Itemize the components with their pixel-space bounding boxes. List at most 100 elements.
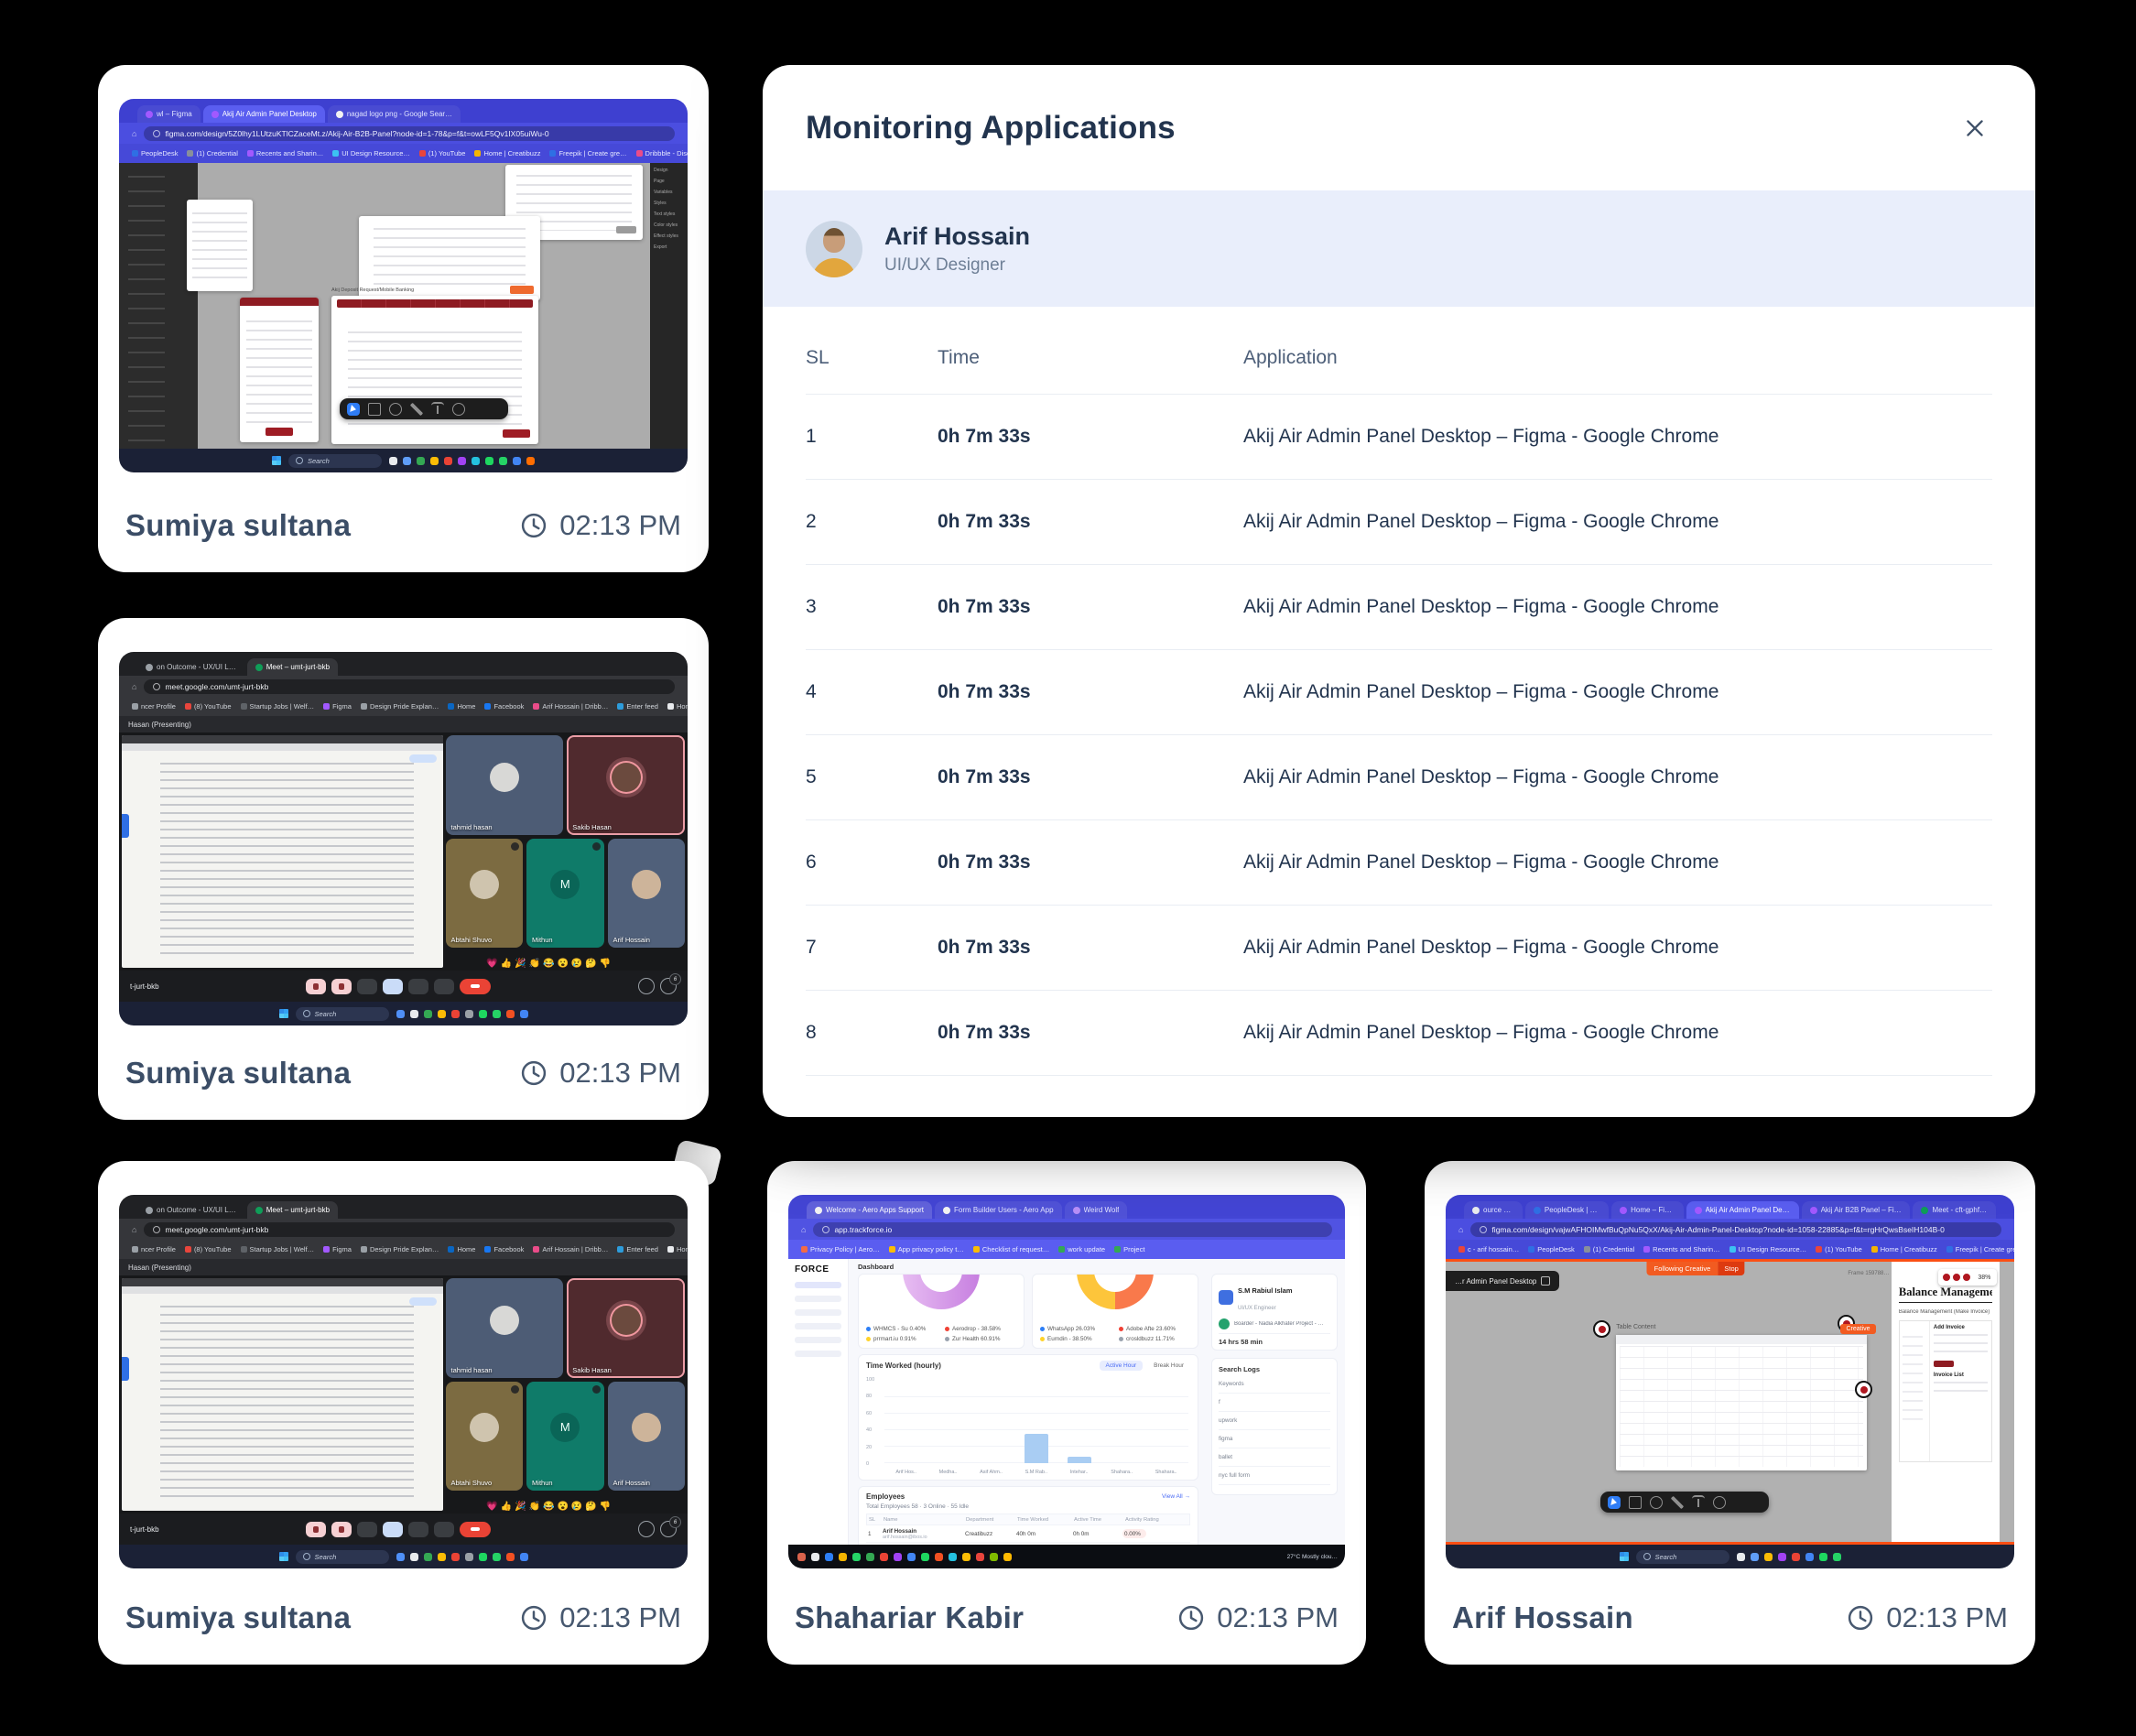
app-icon (907, 1553, 916, 1561)
screenshot-thumbnail: wl – FigmaAkij Air Admin Panel Desktopna… (119, 99, 688, 472)
orange-button-shape (510, 286, 534, 294)
app-icon (506, 1010, 515, 1018)
modal-title: Monitoring Applications (806, 110, 1176, 146)
app-icon (825, 1553, 833, 1561)
hand-raise-button (408, 979, 428, 994)
browser-tab: ource Mail (1464, 1201, 1523, 1219)
screenshot-card-sumiya-1[interactable]: wl – FigmaAkij Air Admin Panel Desktopna… (98, 65, 709, 572)
collaborator-avatar (1962, 1273, 1971, 1282)
comment-tool-icon (1713, 1496, 1726, 1509)
bookmark: c - arif hossain… (1458, 1245, 1519, 1253)
pen-tool-icon (1671, 1496, 1684, 1509)
button-shape (616, 226, 636, 233)
selection-highlight (122, 814, 129, 838)
bookmark: Enter feed (617, 1245, 658, 1253)
table-row: 30h 7m 33sAkij Air Admin Panel Desktop –… (806, 565, 1992, 650)
app-icon (506, 1553, 515, 1561)
bookmarks-bar: PeopleDesk(1) CredentialRecents and Shar… (119, 144, 688, 163)
windows-taskbar: Search (1446, 1545, 2014, 1568)
employee-name: Sumiya sultana (125, 1600, 351, 1635)
url-text: meet.google.com/umt-jurt-bkb (165, 682, 268, 691)
bookmarks-bar: c - arif hossain…PeopleDesk(1) Credentia… (1446, 1240, 2014, 1259)
browser-tab: Akij Air Admin Panel Desk… (1686, 1201, 1799, 1219)
profile-role: UI/UX Engineer (1238, 1306, 1276, 1311)
legend-item: crosldbuzz 11.71% (1119, 1336, 1192, 1342)
windows-taskbar: 27°C Mostly clou… (788, 1545, 1345, 1568)
app-icon (513, 457, 521, 465)
app-icon (880, 1553, 888, 1561)
more-options-button (434, 1522, 454, 1537)
following-banner: Following Creative Stop (1647, 1262, 1745, 1275)
browser-tabs: on Outcome - UX/UI L…Meet – umt-jurt-bkb (119, 652, 688, 676)
lock-icon (822, 1226, 829, 1233)
y-tick: 0 (866, 1461, 874, 1467)
browser-tab: Meet – umt-jurt-bkb (247, 1201, 338, 1219)
url-text: app.trackforce.io (834, 1225, 892, 1234)
figma-canvas: Akij Deposit Request/Mobile Banking (198, 163, 650, 449)
frame-label: Frame 159788… (1848, 1271, 1889, 1276)
app-icon (1792, 1553, 1800, 1561)
app-icon (438, 1010, 446, 1018)
screenshot-thumbnail: ource MailPeopleDesk | ERPHome – FigmaAk… (1446, 1195, 2014, 1568)
design-frame (187, 200, 253, 291)
table-row: 10h 7m 33sAkij Air Admin Panel Desktop –… (806, 395, 1992, 480)
info-icon (638, 978, 655, 994)
figma-canvas: …r Admin Panel Desktop Following Creativ… (1446, 1259, 2014, 1545)
bookmark: (1) YouTube (1816, 1245, 1862, 1253)
browser-tab: on Outcome - UX/UI L… (137, 1201, 244, 1219)
x-category: Shahara.. (1111, 1470, 1133, 1475)
table-row: 60h 7m 33sAkij Air Admin Panel Desktop –… (806, 820, 1992, 906)
text-lines (192, 212, 248, 280)
screenshot-card-sumiya-2[interactable]: on Outcome - UX/UI L…Meet – umt-jurt-bkb… (98, 618, 709, 1120)
time-text: 02:13 PM (559, 1601, 681, 1634)
search-logs-card: Search Logs Keywordsfupworkfigmaballetny… (1211, 1358, 1338, 1495)
url-field: figma.com/design/5Z0lhy1LUtzuKTlCZaceMt.… (144, 126, 675, 141)
app-icon (458, 457, 466, 465)
preview-main: Add Invoice Invoice List (1930, 1321, 1991, 1461)
stop-button: Stop (1718, 1262, 1744, 1275)
participant-count-badge: 6 (669, 973, 681, 985)
capture-time: 02:13 PM (520, 509, 681, 542)
form-lines (1934, 1382, 1988, 1396)
employees-card: Employees View All → Total Employees 58 … (858, 1486, 1198, 1545)
text-tool-icon (431, 402, 444, 417)
time-text: 02:13 PM (1217, 1601, 1339, 1634)
app-sidebar: FORCE (788, 1259, 849, 1545)
activity-rating-badge: 0.00% (1122, 1529, 1146, 1538)
participant-tile: Sakib Hasan (567, 735, 685, 835)
x-category: Intehar.. (1070, 1470, 1089, 1475)
table-design-frame: Creative (1616, 1335, 1866, 1470)
document-text-lines (160, 1306, 414, 1502)
presented-document (122, 1278, 443, 1511)
url-text: meet.google.com/umt-jurt-bkb (165, 1225, 268, 1234)
url-field: meet.google.com/umt-jurt-bkb (144, 1222, 675, 1237)
worked-time: 14 hrs 58 min (1219, 1333, 1330, 1346)
legend-item: Zur Health 60.91% (945, 1336, 1018, 1342)
browser-address-bar: ⌂ figma.com/design/vajwAFHOIMwfBuQpNu5Qx… (1446, 1219, 2014, 1240)
app-icon (1833, 1553, 1841, 1561)
close-button[interactable] (1955, 108, 1995, 148)
inspector-label: Design (654, 168, 684, 173)
chrome-window: Welcome - Aero Apps SupportForm Builder … (788, 1195, 1345, 1568)
browser-address-bar: ⌂ meet.google.com/umt-jurt-bkb (119, 676, 688, 697)
search-log-item: figma (1219, 1430, 1330, 1448)
multiplayer-zoom-chip: 38% (1938, 1269, 1997, 1286)
employee-name: Sumiya sultana (125, 1056, 351, 1090)
app-icon (438, 1553, 446, 1561)
app-icon (410, 1553, 418, 1561)
screenshot-card-arif[interactable]: ource MailPeopleDesk | ERPHome – FigmaAk… (1425, 1161, 2035, 1665)
move-tool-icon (1608, 1496, 1621, 1509)
search-log-item: Keywords (1219, 1375, 1330, 1394)
screenshot-card-sumiya-3[interactable]: on Outcome - UX/UI L…Meet – umt-jurt-bkb… (98, 1161, 709, 1665)
x-category: Asif Ahm.. (980, 1470, 1003, 1475)
screenshot-card-shahariar[interactable]: Welcome - Aero Apps SupportForm Builder … (767, 1161, 1366, 1665)
taskbar-app-icons (1737, 1553, 1841, 1561)
table-row: 50h 7m 33sAkij Air Admin Panel Desktop –… (806, 735, 1992, 820)
share-button (409, 1297, 437, 1306)
bookmark: ncer Profile (132, 702, 176, 711)
shape-tool-icon (389, 403, 402, 416)
legend-item: Adobe Afte 23.60% (1119, 1326, 1192, 1332)
form-lines (1934, 1334, 1988, 1358)
inspector-label: Styles (654, 201, 684, 206)
app-icon (839, 1553, 847, 1561)
